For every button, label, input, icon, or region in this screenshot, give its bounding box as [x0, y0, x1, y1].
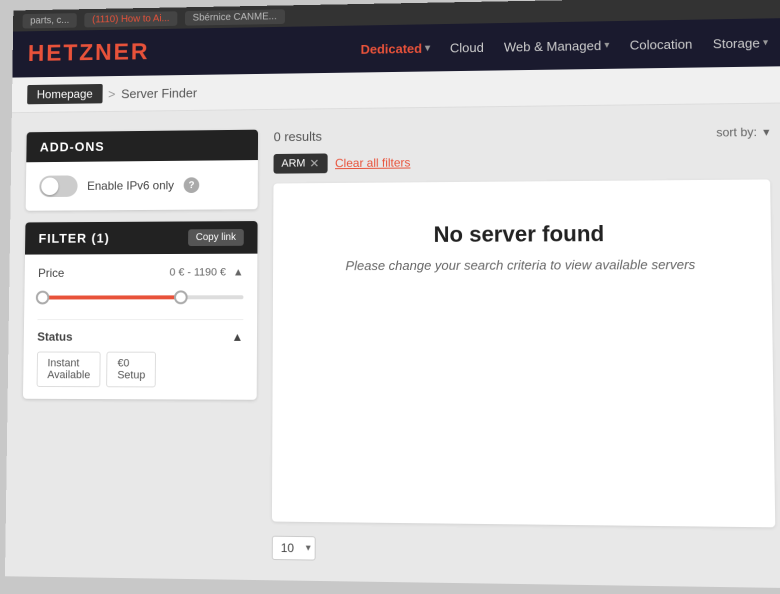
ipv6-label: Enable IPv6 only — [87, 178, 174, 192]
sidebar: ADD-ONS Enable IPv6 only ? FILTER (1) Co… — [21, 130, 258, 560]
addons-header: ADD-ONS — [26, 130, 258, 163]
sort-by: sort by: ▾ — [716, 124, 769, 139]
pagination-bar: 10 25 50 — [272, 536, 776, 567]
results-header: 0 results sort by: ▾ — [274, 124, 770, 144]
nav-link-dedicated[interactable]: Dedicated ▾ — [361, 40, 430, 56]
browser-tab-parts[interactable]: parts, c... — [23, 13, 77, 28]
filter-tag-arm-label: ARM — [281, 158, 305, 170]
results-count: 0 results — [274, 129, 322, 144]
nav-link-storage[interactable]: Storage ▾ — [713, 35, 768, 51]
nav-link-web-managed[interactable]: Web & Managed ▾ — [504, 38, 610, 55]
nav-link-cloud[interactable]: Cloud — [450, 40, 484, 55]
range-fill — [38, 295, 181, 299]
clear-all-filters-button[interactable]: Clear all filters — [335, 156, 410, 171]
no-results-title: No server found — [293, 220, 750, 248]
filter-title: FILTER (1) — [39, 231, 110, 246]
addons-box: ADD-ONS Enable IPv6 only ? — [26, 130, 258, 211]
filter-body: Price 0 € - 1190 € ▲ — [23, 254, 257, 400]
filter-header: FILTER (1) Copy link — [25, 221, 258, 255]
remove-arm-filter-icon[interactable]: ✕ — [309, 157, 319, 171]
nav-link-colocation[interactable]: Colocation — [630, 36, 693, 52]
browser-tab-sbernice[interactable]: Sbérnice CANME... — [185, 9, 285, 25]
status-section: Status ▲ InstantAvailable €0Setup — [37, 319, 244, 388]
price-range-slider[interactable] — [38, 287, 244, 307]
no-results-box: No server found Please change your searc… — [272, 179, 775, 527]
storage-chevron-icon: ▾ — [763, 37, 768, 48]
price-section: Price 0 € - 1190 € ▲ — [38, 266, 244, 308]
status-instant-available[interactable]: InstantAvailable — [37, 352, 102, 388]
range-track — [38, 295, 244, 299]
breadcrumb-separator: > — [108, 86, 115, 101]
dedicated-chevron-icon: ▾ — [425, 42, 430, 53]
breadcrumb-home[interactable]: Homepage — [27, 84, 102, 104]
breadcrumb-current: Server Finder — [121, 85, 197, 101]
range-thumb-right[interactable] — [174, 290, 188, 304]
sort-chevron-icon[interactable]: ▾ — [763, 124, 769, 138]
copy-link-button[interactable]: Copy link — [188, 229, 244, 246]
ipv6-help-icon[interactable]: ? — [184, 177, 200, 193]
active-filters: ARM ✕ Clear all filters — [274, 149, 770, 174]
addons-body: Enable IPv6 only ? — [26, 160, 258, 211]
range-thumb-left[interactable] — [36, 291, 50, 305]
page-size-select[interactable]: 10 25 50 — [272, 536, 316, 561]
web-managed-chevron-icon: ▾ — [604, 40, 609, 51]
results-area: 0 results sort by: ▾ ARM ✕ Clear all fil… — [272, 124, 776, 567]
status-chevron-icon[interactable]: ▲ — [231, 330, 243, 344]
nav-links: Dedicated ▾ Cloud Web & Managed ▾ Coloca… — [149, 35, 768, 60]
page-size-wrapper: 10 25 50 — [272, 536, 316, 561]
price-label: Price 0 € - 1190 € ▲ — [38, 266, 244, 280]
filter-box: FILTER (1) Copy link Price 0 € - 1190 € … — [23, 221, 258, 400]
status-options: InstantAvailable €0Setup — [37, 352, 244, 388]
filter-tag-arm[interactable]: ARM ✕ — [274, 153, 328, 173]
status-label: Status ▲ — [37, 330, 243, 344]
browser-tab-howto[interactable]: (1110) How to Ai... — [84, 11, 177, 27]
status-zero-setup[interactable]: €0Setup — [107, 352, 157, 388]
ipv6-toggle[interactable] — [39, 175, 78, 197]
price-range-text: 0 € - 1190 € ▲ — [169, 267, 243, 279]
no-results-subtitle: Please change your search criteria to vi… — [293, 257, 751, 274]
main-content: ADD-ONS Enable IPv6 only ? FILTER (1) Co… — [5, 103, 780, 588]
price-chevron-icon[interactable]: ▲ — [233, 267, 244, 279]
hetzner-logo: HETZNER — [28, 39, 150, 68]
